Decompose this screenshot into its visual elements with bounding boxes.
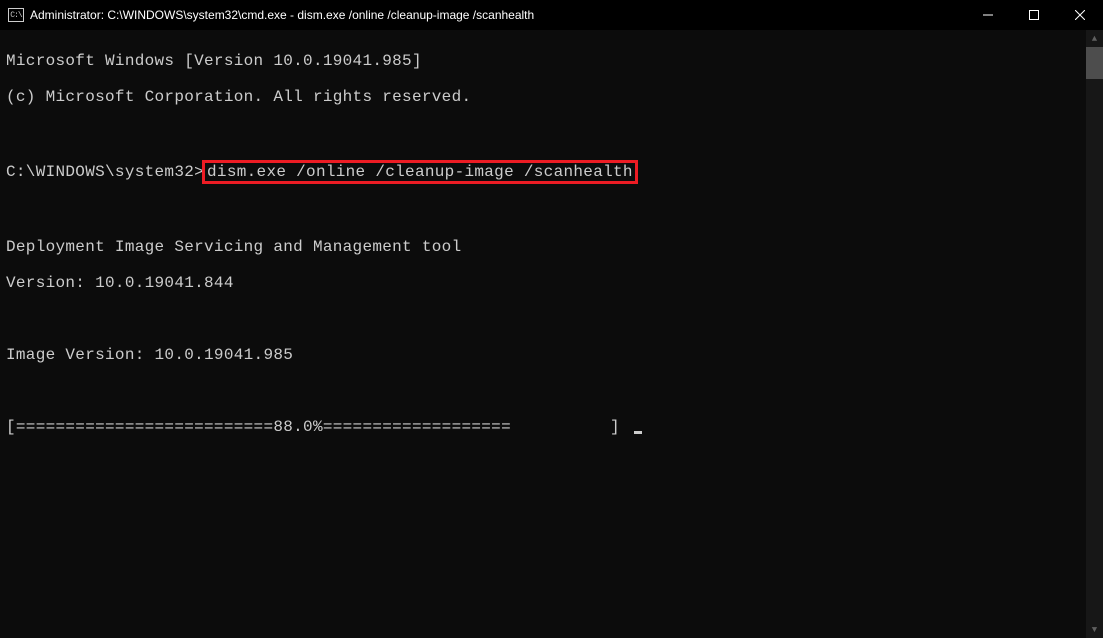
close-button[interactable] [1057, 0, 1103, 30]
image-version-line: Image Version: 10.0.19041.985 [6, 346, 1097, 364]
terminal-output[interactable]: Microsoft Windows [Version 10.0.19041.98… [0, 30, 1103, 458]
version-line: Microsoft Windows [Version 10.0.19041.98… [6, 52, 1097, 70]
window-title: Administrator: C:\WINDOWS\system32\cmd.e… [30, 8, 965, 22]
progress-bar-text: [==========================88.0%========… [6, 418, 630, 436]
cmd-icon: C:\ [8, 8, 24, 22]
scroll-down-arrow-icon[interactable]: ▼ [1086, 621, 1103, 638]
scroll-up-arrow-icon[interactable]: ▲ [1086, 30, 1103, 47]
dism-tool-line: Deployment Image Servicing and Managemen… [6, 238, 1097, 256]
minimize-button[interactable] [965, 0, 1011, 30]
blank-line [6, 124, 1097, 142]
dism-version-line: Version: 10.0.19041.844 [6, 274, 1097, 292]
scroll-thumb[interactable] [1086, 47, 1103, 79]
maximize-button[interactable] [1011, 0, 1057, 30]
progress-line: [==========================88.0%========… [6, 418, 1097, 436]
cursor [634, 431, 642, 434]
blank-line [6, 202, 1097, 220]
close-icon [1075, 10, 1085, 20]
minimize-icon [983, 10, 993, 20]
maximize-icon [1029, 10, 1039, 20]
window-controls [965, 0, 1103, 30]
window-titlebar[interactable]: C:\ Administrator: C:\WINDOWS\system32\c… [0, 0, 1103, 30]
prompt-prefix: C:\WINDOWS\system32> [6, 163, 204, 181]
highlighted-command: dism.exe /online /cleanup-image /scanhea… [202, 160, 638, 184]
copyright-line: (c) Microsoft Corporation. All rights re… [6, 88, 1097, 106]
blank-line [6, 310, 1097, 328]
prompt-line: C:\WINDOWS\system32>dism.exe /online /cl… [6, 160, 1097, 184]
blank-line [6, 382, 1097, 400]
vertical-scrollbar[interactable]: ▲ ▼ [1086, 30, 1103, 638]
